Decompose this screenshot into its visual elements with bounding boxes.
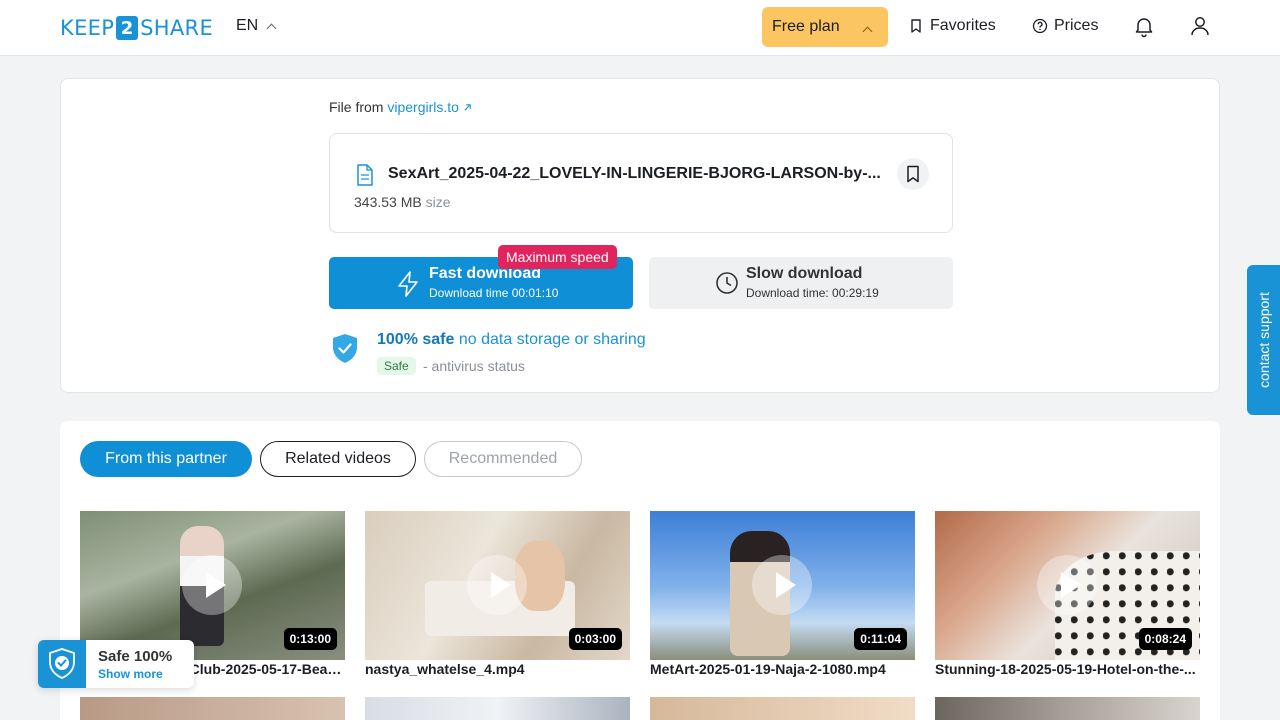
keep2share-logo[interactable]: KEEP 2 SHARE (60, 15, 213, 41)
video-title[interactable]: Stunning-18-2025-05-19-Hotel-on-the-... (935, 661, 1200, 677)
tab-from-partner[interactable]: From this partner (80, 441, 252, 477)
bookmark-icon (911, 19, 921, 33)
file-size: 343.53 MB size (354, 194, 451, 210)
video-title[interactable]: MetArt-2025-01-19-Naja-2-1080.mp4 (650, 661, 915, 677)
video-thumbnail[interactable] (80, 697, 345, 720)
safe-toast: Safe 100% Show more (38, 640, 194, 688)
video-duration: 0:08:24 (1138, 628, 1192, 650)
video-thumbnail[interactable]: 0:13:00 (80, 511, 345, 660)
tab-related-videos[interactable]: Related videos (260, 441, 416, 477)
bookmark-icon (907, 165, 919, 183)
video-duration: 0:11:04 (854, 628, 907, 650)
user-icon[interactable] (1188, 14, 1212, 38)
video-card[interactable]: 0:03:00 nastya_whatelse_4.mp4 (365, 511, 630, 677)
video-thumbnail[interactable] (650, 697, 915, 720)
antivirus-status: - antivirus status (423, 358, 525, 374)
tab-recommended[interactable]: Recommended (424, 441, 582, 477)
show-more-link[interactable]: Show more (98, 667, 163, 681)
slow-download-button[interactable]: Slow download Download time: 00:29:19 (649, 257, 953, 309)
video-card[interactable]: 0:11:04 MetArt-2025-01-19-Naja-2-1080.mp… (650, 511, 915, 677)
safe-title: 100% safe no data storage or sharing (377, 331, 646, 348)
video-thumbnail[interactable]: 0:08:24 (935, 511, 1200, 660)
free-plan-button[interactable]: Free plan (762, 7, 888, 47)
play-icon[interactable] (182, 555, 242, 615)
clock-icon (716, 272, 738, 294)
chevron-up-icon (266, 23, 277, 33)
file-icon (357, 164, 373, 186)
chevron-up-icon (862, 26, 873, 37)
play-icon[interactable] (752, 555, 812, 615)
shield-check-icon (333, 334, 357, 363)
language-selector[interactable]: EN (236, 17, 277, 35)
file-source: File from vipergirls.to (329, 99, 472, 115)
source-link[interactable]: vipergirls.to (387, 99, 459, 115)
bell-icon[interactable] (1132, 14, 1156, 38)
video-thumbnail[interactable]: 0:11:04 (650, 511, 915, 660)
max-speed-badge: Maximum speed (498, 245, 617, 269)
add-favorite-button[interactable] (897, 158, 929, 190)
file-card: File from vipergirls.to SexArt_2025-04-2… (60, 78, 1220, 393)
play-icon[interactable] (467, 555, 527, 615)
video-card[interactable]: 0:08:24 Stunning-18-2025-05-19-Hotel-on-… (935, 511, 1200, 677)
safe-badge: Safe (377, 357, 416, 375)
video-duration: 0:03:00 (568, 628, 622, 650)
video-thumbnail[interactable] (365, 697, 630, 720)
top-header: KEEP 2 SHARE EN Free plan Favorites Prices (0, 0, 1280, 56)
video-duration: 0:13:00 (283, 628, 337, 650)
external-link-icon (464, 104, 471, 111)
shield-check-icon (38, 640, 86, 688)
lightning-icon (398, 271, 418, 297)
video-thumbnail[interactable] (935, 697, 1200, 720)
play-icon[interactable] (1037, 555, 1097, 615)
videos-card: From this partner Related videos Recomme… (60, 421, 1220, 720)
prices-link[interactable]: Prices (1032, 17, 1098, 35)
video-title[interactable]: nastya_whatelse_4.mp4 (365, 661, 630, 677)
contact-support-button[interactable]: contact support (1247, 265, 1280, 415)
favorites-link[interactable]: Favorites (908, 17, 996, 35)
help-circle-icon (1032, 18, 1048, 34)
video-thumbnail[interactable]: 0:03:00 (365, 511, 630, 660)
file-info-box: SexArt_2025-04-22_LOVELY-IN-LINGERIE-BJO… (329, 133, 953, 233)
file-name: SexArt_2025-04-22_LOVELY-IN-LINGERIE-BJO… (388, 165, 881, 182)
